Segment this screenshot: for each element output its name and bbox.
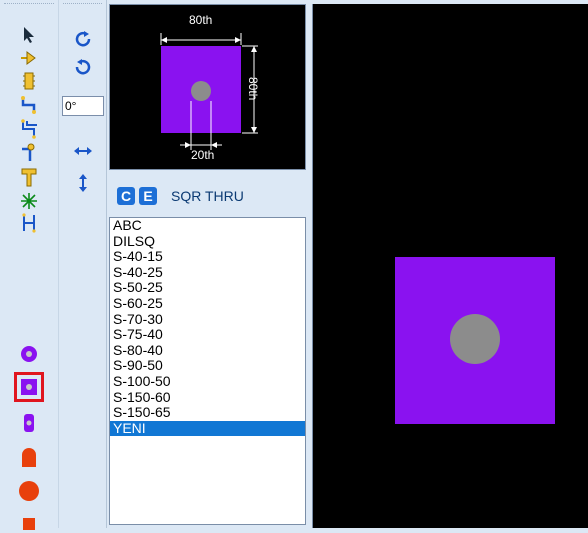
list-item[interactable]: S-40-15 [110,249,305,265]
h-connector-icon[interactable] [18,212,40,234]
transform-tool-strip [59,0,107,528]
pad-list-header: C E SQR THRU [109,178,306,214]
toolbar-grip[interactable] [4,3,54,8]
toolbar-grip-2[interactable] [63,3,102,8]
pointer-arrow-icon[interactable] [18,24,40,46]
pad-preview: 80th 80th 20th [109,4,306,170]
square-small-pad-icon[interactable] [18,510,40,532]
list-item[interactable]: S-40-25 [110,264,305,281]
list-item[interactable]: S-70-30 [110,311,305,328]
list-item[interactable]: S-90-50 [110,358,305,374]
oblong-pad-icon[interactable] [18,412,40,434]
list-item[interactable]: S-50-25 [110,280,305,296]
preview-pad-hole [191,81,211,101]
rotate-cw-icon[interactable] [72,28,94,50]
canvas-pad-hole [450,314,500,364]
asterisk-marker-icon[interactable] [18,190,40,212]
list-item[interactable]: S-80-40 [110,342,305,359]
pad-list-title: SQR THRU [171,188,244,204]
list-item[interactable]: ABC [110,218,305,234]
bus-route-icon[interactable] [18,118,40,140]
design-canvas[interactable] [312,4,588,528]
component-arrow-icon[interactable] [18,47,40,69]
square-pad-icon[interactable] [18,376,40,398]
list-item[interactable]: S-60-25 [110,295,305,312]
list-item[interactable]: S-100-50 [110,373,305,390]
preview-hole-label: 20th [191,148,215,162]
c-badge-button[interactable]: C [117,187,135,205]
wire-route-icon[interactable] [18,94,40,116]
package-icon[interactable] [18,70,40,92]
pin-probe-icon[interactable] [18,142,40,164]
flip-vertical-icon[interactable] [72,172,94,194]
t-junction-icon[interactable] [18,166,40,188]
pad-list[interactable]: ABC DILSQ S-40-15 S-40-25 S-50-25 S-60-2… [109,217,306,525]
e-badge-button[interactable]: E [139,187,157,205]
rotation-angle-field[interactable]: 0° [62,96,104,116]
list-item[interactable]: DILSQ [110,233,305,250]
list-item[interactable]: S-150-65 [110,405,305,421]
flip-horizontal-icon[interactable] [72,140,94,162]
half-round-pad-icon[interactable] [18,446,40,468]
preview-height-label: 80th [246,77,260,101]
rotate-ccw-icon[interactable] [72,56,94,78]
list-item-selected[interactable]: YENI [110,420,305,437]
list-item[interactable]: S-150-60 [110,389,305,406]
list-item[interactable]: S-75-40 [110,327,305,343]
circle-pad-icon[interactable] [18,480,40,502]
preview-width-label: 80th [189,13,213,27]
round-pad-icon[interactable] [18,343,40,365]
